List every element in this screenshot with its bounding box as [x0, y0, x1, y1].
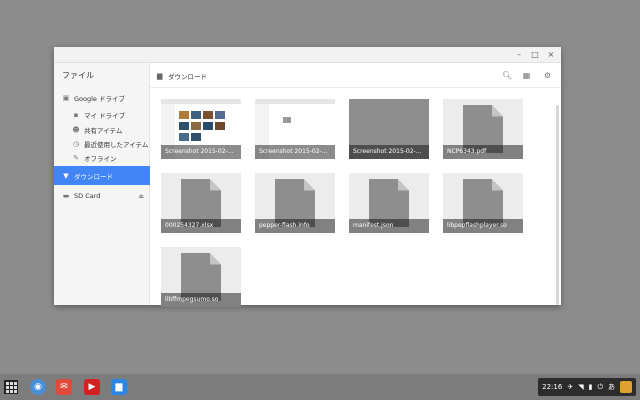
- sidebar-item-label: マイ ドライブ: [84, 112, 126, 120]
- file-tile[interactable]: Screenshot 2015-02-22...: [161, 99, 241, 159]
- title-bar[interactable]: – □ ×: [54, 47, 561, 63]
- search-icon[interactable]: 🔍︎: [502, 71, 512, 80]
- sidebar-item-offline[interactable]: ✎ オフライン: [54, 152, 150, 164]
- gmail-app-icon[interactable]: ✉: [56, 379, 72, 395]
- pin-icon: ✎: [73, 154, 79, 162]
- sidebar-item-label: Google ドライブ: [74, 95, 125, 103]
- file-name: Screenshot 2015-02-22...: [255, 145, 335, 159]
- file-tile[interactable]: manifest.json: [349, 173, 429, 233]
- file-tile[interactable]: Screenshot 2015-02-22...: [349, 99, 429, 159]
- toolbar: ▆ ダウンロード 🔍︎ ▦ ⚙: [150, 63, 561, 88]
- shelf: ◉ ✉ ▶ ▆ 22:16 ✈ ◥ ▮ ⏻ あ: [0, 374, 640, 400]
- file-name: 000254327.xlsx: [161, 219, 241, 233]
- files-app-icon[interactable]: ▆: [111, 379, 127, 395]
- youtube-app-icon[interactable]: ▶: [84, 379, 100, 395]
- folder-icon: ▆: [157, 71, 163, 80]
- drive-icon: ▣: [62, 94, 70, 102]
- sidebar-item-shared[interactable]: ☻ 共有アイテム: [54, 124, 150, 136]
- sidebar-item-label: ダウンロード: [74, 172, 113, 181]
- file-tile[interactable]: libffmpegsumo.so: [161, 247, 241, 307]
- app-launcher-button[interactable]: [4, 380, 18, 394]
- clock-icon: ◷: [72, 140, 80, 148]
- file-tile[interactable]: pepper-flash.info: [255, 173, 335, 233]
- sidebar-item-google-drive[interactable]: ▣ Google ドライブ: [54, 92, 150, 104]
- maximize-button[interactable]: □: [529, 49, 541, 61]
- sidebar-item-label: 共有アイテム: [84, 127, 123, 135]
- breadcrumb-label: ダウンロード: [168, 73, 207, 81]
- sidebar-item-label: SD Card: [74, 192, 101, 200]
- status-tray[interactable]: 22:16 ✈ ◥ ▮ ⏻ あ: [538, 378, 636, 396]
- minimize-button[interactable]: –: [513, 49, 525, 61]
- file-name: libpepflashplayer.so: [443, 219, 523, 233]
- files-app-window: – □ × ファイル ▣ Google ドライブ ▪ マイ ドライブ ☻ 共有ア…: [54, 47, 561, 307]
- scrollbar[interactable]: [556, 105, 559, 305]
- people-icon: ☻: [72, 126, 80, 134]
- clock: 22:16: [542, 383, 563, 391]
- power-icon: ⏻: [597, 382, 603, 391]
- network-icon: ✈: [567, 383, 574, 391]
- sd-card-icon: ▬: [62, 192, 70, 200]
- file-tile[interactable]: libpepflashplayer.so: [443, 173, 523, 233]
- file-tile[interactable]: NCP6343.pdf: [443, 99, 523, 159]
- file-name: Screenshot 2015-02-22...: [349, 145, 429, 159]
- sidebar-item-downloads[interactable]: ▼ ダウンロード: [54, 166, 150, 185]
- battery-icon: ▮: [588, 383, 593, 391]
- file-name: libffmpegsumo.so: [161, 293, 241, 307]
- file-name: NCP6343.pdf: [443, 145, 523, 159]
- ime-indicator: あ: [608, 383, 615, 391]
- sidebar-item-label: オフライン: [84, 155, 117, 163]
- breadcrumb[interactable]: ▆ ダウンロード: [157, 71, 207, 81]
- file-name: Screenshot 2015-02-22...: [161, 145, 241, 159]
- close-button[interactable]: ×: [545, 49, 557, 61]
- gear-icon[interactable]: ⚙: [543, 71, 552, 80]
- sidebar-item-label: 最近使用したアイテム: [84, 141, 149, 149]
- avatar: [620, 381, 632, 393]
- file-grid: Screenshot 2015-02-22... Screenshot 2015…: [150, 88, 561, 307]
- sidebar-item-recent[interactable]: ◷ 最近使用したアイテム: [54, 138, 150, 150]
- sidebar-item-sd-card[interactable]: ▬ SD Card ⏏: [54, 190, 150, 202]
- view-toggle-icon[interactable]: ▦: [522, 71, 531, 80]
- file-tile[interactable]: 000254327.xlsx: [161, 173, 241, 233]
- sidebar-item-my-drive[interactable]: ▪ マイ ドライブ: [54, 109, 150, 121]
- download-folder-icon: ▼: [63, 171, 69, 180]
- file-name: pepper-flash.info: [255, 219, 335, 233]
- folder-icon: ▪: [73, 111, 79, 119]
- sidebar: ファイル ▣ Google ドライブ ▪ マイ ドライブ ☻ 共有アイテム ◷ …: [54, 63, 150, 305]
- wifi-icon: ◥: [578, 383, 584, 391]
- file-tile[interactable]: Screenshot 2015-02-22...: [255, 99, 335, 159]
- file-list-area: ▆ ダウンロード 🔍︎ ▦ ⚙ Screenshot 2015-02-22...…: [150, 63, 561, 307]
- sidebar-title: ファイル: [62, 71, 94, 80]
- eject-icon[interactable]: ⏏: [138, 193, 144, 200]
- file-name: manifest.json: [349, 219, 429, 233]
- chrome-app-icon[interactable]: ◉: [30, 379, 46, 395]
